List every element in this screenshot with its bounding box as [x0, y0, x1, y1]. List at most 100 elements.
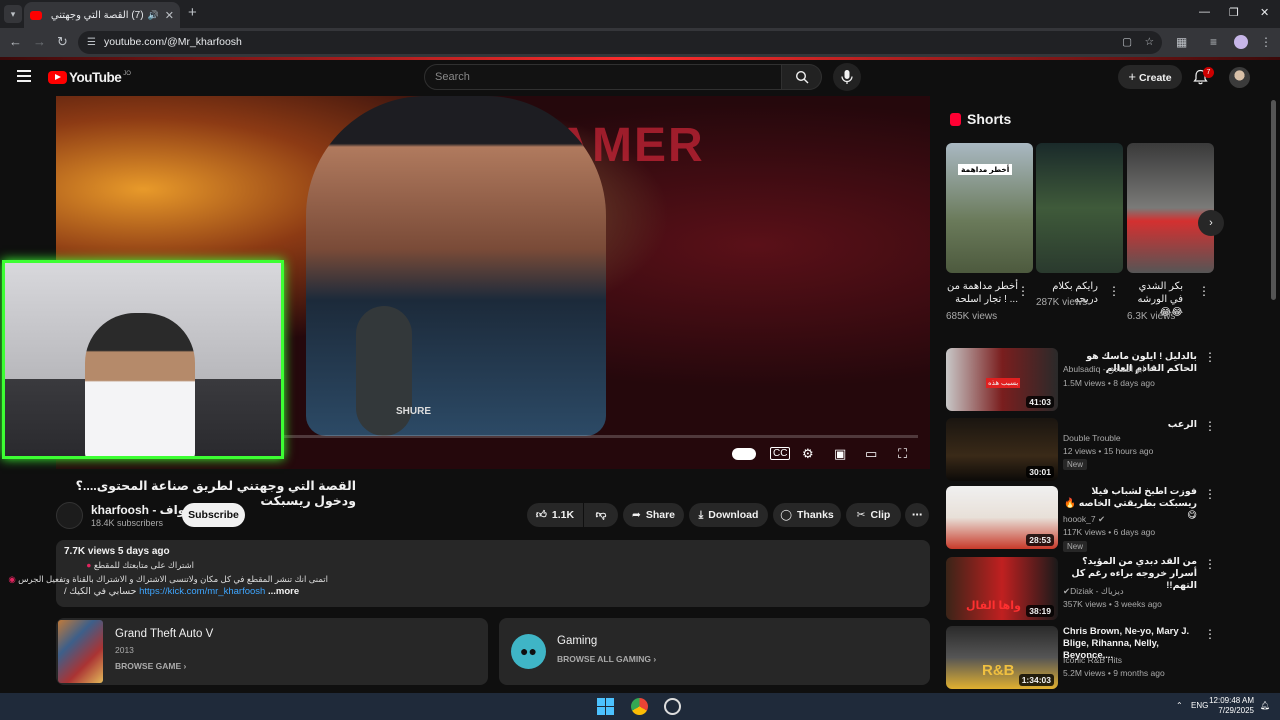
close-tab-icon[interactable]: ✕ [165, 9, 174, 22]
reading-list-icon[interactable]: ≡ [1210, 35, 1217, 49]
windows-start-icon[interactable] [597, 698, 614, 715]
short-thumbnail-1[interactable]: أخطر مداهمة [946, 143, 1033, 273]
recommended-more-icon-4[interactable]: ⋮ [1204, 557, 1216, 571]
thanks-label: Thanks [797, 509, 834, 521]
create-label: Create [1138, 72, 1172, 84]
fullscreen-icon[interactable]: ⛶ [898, 446, 907, 462]
browse-all-gaming-link[interactable]: BROWSE ALL GAMING › [557, 654, 656, 664]
channel-avatar[interactable] [56, 502, 83, 529]
recommended-more-icon-2[interactable]: ⋮ [1204, 419, 1216, 433]
short-thumbnail-3[interactable] [1127, 143, 1214, 273]
window-close-icon[interactable]: ✕ [1260, 6, 1269, 19]
short-more-icon-1[interactable]: ⋮ [1017, 284, 1029, 298]
install-app-icon[interactable]: ▢ [1122, 31, 1132, 54]
reload-icon[interactable]: ↻ [57, 34, 68, 50]
youtube-logo[interactable]: YouTube JO [48, 70, 131, 85]
address-bar[interactable]: ☰ youtube.com/@Mr_kharfoosh ▢ ☆ [78, 31, 1162, 54]
video-description[interactable]: 7.7K views 5 days ago اشتراك على متابعتك… [8, 540, 930, 607]
obs-taskbar-icon[interactable] [664, 698, 681, 715]
shorts-next-button[interactable]: › [1198, 210, 1224, 236]
windows-taskbar: ⌃ ENG 12:09:48 AM 7/29/2025 🔔︎ [0, 693, 1280, 720]
menu-hamburger-icon[interactable] [17, 70, 31, 85]
browser-tab-active[interactable]: (7) القصة التي وجهتني لطري 🔊 ✕ [24, 2, 180, 28]
game-card[interactable]: Grand Theft Auto V 2013 BROWSE GAME › [56, 618, 488, 685]
tab-search-button[interactable]: ▾ [4, 5, 22, 23]
recommended-title-2[interactable]: الرعب [1063, 419, 1197, 431]
recommended-channel-5[interactable]: Iconic R&B Hits [1063, 655, 1122, 665]
short-more-icon-3[interactable]: ⋮ [1198, 284, 1210, 298]
autoplay-toggle[interactable] [732, 448, 756, 460]
search-input[interactable]: Search [424, 64, 782, 90]
new-tab-button[interactable]: + [188, 4, 197, 21]
account-avatar[interactable] [1229, 67, 1250, 88]
search-button[interactable] [782, 64, 822, 90]
settings-gear-icon[interactable]: ⚙ [802, 446, 814, 462]
like-count: 1.1K [551, 509, 575, 521]
shorts-logo-icon [950, 112, 961, 126]
short-thumbnail-badge: أخطر مداهمة [958, 164, 1013, 175]
clip-button[interactable]: ✂ Clip [846, 503, 901, 527]
recommended-channel-3[interactable]: hoook_7 ✔ [1063, 514, 1105, 525]
recommended-more-icon-5[interactable]: ⋮ [1204, 627, 1216, 641]
show-more-link[interactable]: ...more [268, 586, 299, 597]
recommended-thumbnail-3[interactable]: 28:53 [946, 486, 1058, 549]
recommended-more-icon-3[interactable]: ⋮ [1204, 487, 1216, 501]
thumbs-down-icon: 👎︎ [595, 509, 607, 521]
video-duration: 30:01 [1026, 466, 1054, 478]
profile-avatar-icon[interactable] [1234, 35, 1248, 49]
recommended-thumbnail-5[interactable]: R&B 1:34:03 [946, 626, 1058, 689]
download-button[interactable]: ⤓ Download [689, 503, 768, 527]
more-actions-button[interactable]: ⋯ [905, 503, 929, 527]
channel-name[interactable]: kharfoosh - نواف [91, 503, 190, 517]
recommended-more-icon-1[interactable]: ⋮ [1204, 350, 1216, 364]
theater-mode-icon[interactable]: ▭ [865, 446, 877, 462]
recommended-channel-2[interactable]: Double Trouble [1063, 433, 1121, 443]
recommended-channel-4[interactable]: ✔Diziak - ديزياك [1063, 586, 1124, 597]
microphone-prop: SHURE [356, 306, 431, 436]
tray-chevron-icon[interactable]: ⌃ [1176, 701, 1183, 710]
restore-icon[interactable]: ❐ [1229, 6, 1239, 19]
notification-center-icon[interactable]: 🔔︎ [1260, 701, 1270, 710]
system-clock[interactable]: 12:09:48 AM 7/29/2025 [1208, 696, 1254, 716]
page-scrollbar[interactable] [1271, 100, 1276, 300]
bookmark-star-icon[interactable]: ☆ [1145, 31, 1154, 54]
speaker-icon[interactable]: 🔊 [148, 10, 159, 21]
miniplayer-icon[interactable]: ▣ [834, 446, 846, 462]
create-button[interactable]: + Create [1118, 65, 1182, 89]
browse-game-link[interactable]: BROWSE GAME › [115, 661, 186, 671]
browser-tab-strip: ▾ (7) القصة التي وجهتني لطري 🔊 ✕ + — ❐ ✕ [0, 0, 1280, 28]
input-language[interactable]: ENG [1191, 701, 1208, 710]
clock-time: 12:09:48 AM [1209, 696, 1254, 705]
new-badge-2: New [1063, 459, 1088, 470]
category-title: Gaming [557, 635, 598, 647]
back-icon[interactable]: ← [9, 34, 22, 49]
voice-search-button[interactable] [833, 63, 861, 91]
share-button[interactable]: ➦ Share [623, 503, 684, 527]
site-info-icon[interactable]: ☰ [87, 31, 96, 54]
extensions-icon[interactable]: ▦ [1176, 35, 1187, 49]
youtube-header: YouTube JO Search + Create 7 [0, 60, 1280, 96]
recommended-thumbnail-2[interactable]: 30:01 [946, 418, 1058, 481]
thanks-button[interactable]: ◯ Thanks [773, 503, 841, 527]
chrome-taskbar-icon[interactable] [631, 698, 648, 715]
short-thumbnail-2[interactable] [1036, 143, 1123, 273]
kick-channel-link[interactable]: https://kick.com/mr_kharfoosh [139, 586, 265, 597]
subtitles-cc-icon[interactable]: CC [770, 447, 791, 460]
browse-game-label: BROWSE GAME [115, 661, 182, 671]
dislike-button[interactable]: 👎︎ [584, 503, 618, 527]
game-title: Grand Theft Auto V [115, 628, 214, 640]
recommended-thumbnail-4[interactable]: واها الفال 38:19 [946, 557, 1058, 620]
category-card[interactable]: ●● Gaming BROWSE ALL GAMING › [499, 618, 930, 685]
forward-icon[interactable]: → [33, 34, 46, 49]
subscribe-button[interactable]: Subscribe [182, 503, 245, 527]
browser-menu-icon[interactable]: ⋮ [1260, 35, 1272, 49]
thumbnail-overlay-text: واها الفال [966, 600, 1021, 612]
like-button[interactable]: 👍︎ 1.1K [527, 503, 583, 527]
recommended-channel-1[interactable]: Abulsadiq - ابو الصادق ✔ [1063, 364, 1154, 375]
short-more-icon-2[interactable]: ⋮ [1108, 284, 1120, 298]
mic-brand-text: SHURE [396, 406, 432, 417]
recommended-thumbnail-1[interactable]: بسبب هذه 41:03 [946, 348, 1058, 411]
red-circle-icon: ● [86, 560, 92, 570]
minimize-icon[interactable]: — [1199, 6, 1210, 18]
short-title-1[interactable]: أخطر مداهمة من ... ! تجار اسلحة [946, 280, 1018, 306]
